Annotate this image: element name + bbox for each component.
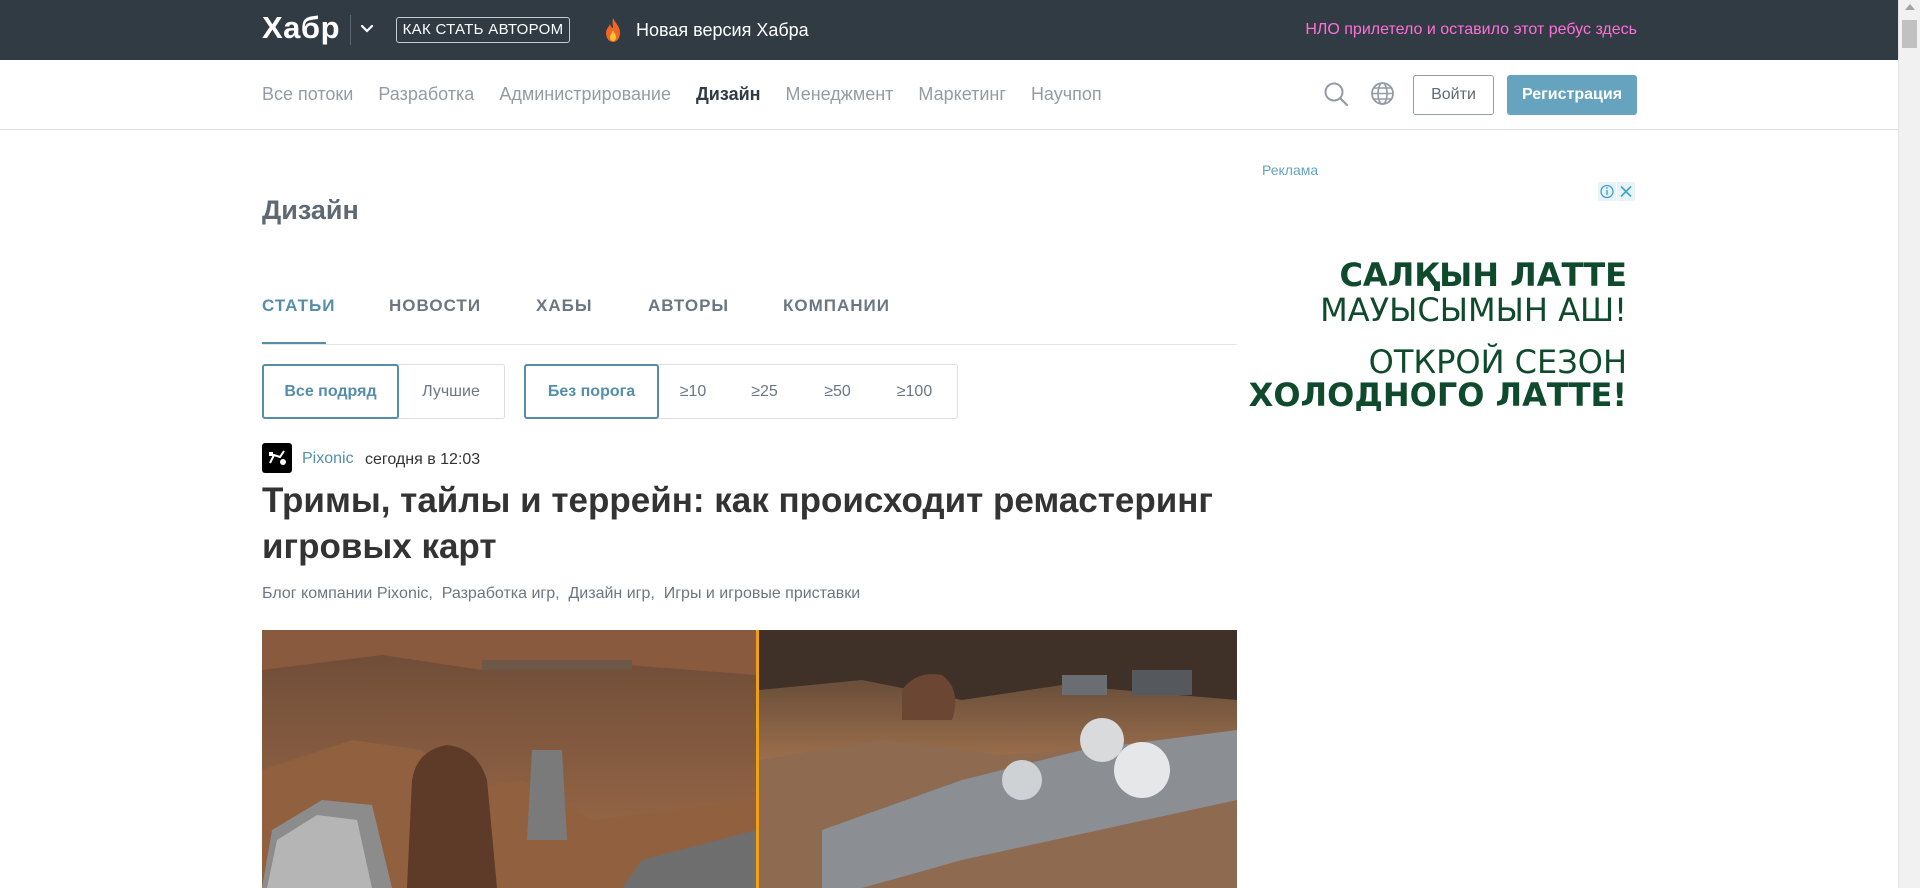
- new-version-link[interactable]: Новая версия Хабра: [636, 20, 809, 41]
- tab-hubs[interactable]: ХАБЫ: [536, 296, 592, 316]
- filter-no-threshold[interactable]: Без порога: [524, 364, 659, 419]
- filter-rating-10[interactable]: ≥10: [658, 365, 728, 418]
- pixonic-logo-icon: [269, 450, 286, 465]
- tab-companies[interactable]: КОМПАНИИ: [783, 296, 890, 316]
- scroll-up-arrow-icon[interactable]: [1905, 4, 1915, 10]
- register-button[interactable]: Регистрация: [1507, 75, 1637, 115]
- rating-filter-group: Без порога ≥10 ≥25 ≥50 ≥100: [524, 364, 958, 419]
- article-cover-image[interactable]: [262, 630, 1237, 888]
- ad-headline: МАУЫСЫМЫН АШ!: [1320, 291, 1627, 329]
- page-scrollbar[interactable]: [1898, 0, 1920, 888]
- tab-authors[interactable]: АВТОРЫ: [648, 296, 729, 316]
- logo-divider: [350, 15, 351, 45]
- game-map-comparison-image: [262, 630, 1237, 888]
- filter-best[interactable]: Лучшие: [398, 365, 504, 418]
- nav-item-administration[interactable]: Администрирование: [499, 84, 671, 105]
- ad-headline: ХОЛОДНОГО ЛАТТЕ!: [1248, 376, 1627, 414]
- filter-rating-100[interactable]: ≥100: [874, 365, 955, 418]
- nav-item-development[interactable]: Разработка: [378, 84, 474, 105]
- habr-logo[interactable]: Хабр: [262, 10, 340, 46]
- active-tab-indicator: [262, 342, 326, 344]
- ad-choices-icon[interactable]: [1598, 182, 1635, 201]
- top-bar: Хабр КАК СТАТЬ АВТОРОМ Новая версия Хабр…: [0, 0, 1898, 60]
- tab-articles[interactable]: СТАТЬИ: [262, 296, 335, 316]
- filter-rating-50[interactable]: ≥50: [801, 365, 874, 418]
- ad-banner[interactable]: САЛҚЫН ЛАТТЕ МАУЫСЫМЫН АШ! ОТКРОЙ СЕЗОН …: [1249, 205, 1637, 445]
- chevron-down-icon[interactable]: [358, 20, 376, 38]
- post-time: сегодня в 12:03: [365, 451, 481, 468]
- tab-news[interactable]: НОВОСТИ: [389, 296, 481, 316]
- nav-item-management[interactable]: Менеджмент: [786, 84, 894, 105]
- scroll-thumb[interactable]: [1902, 20, 1917, 48]
- filter-all[interactable]: Все подряд: [262, 364, 399, 419]
- hub-link[interactable]: Блог компании Pixonic,: [262, 585, 433, 602]
- nav-bar: Все потоки Разработка Администрирование …: [0, 60, 1898, 130]
- article-hubs: Блог компании Pixonic, Разработка игр, Д…: [262, 585, 860, 603]
- hub-link[interactable]: Игры и игровые приставки: [664, 585, 860, 602]
- filter-rating-25[interactable]: ≥25: [728, 365, 801, 418]
- ufo-puzzle-link[interactable]: НЛО прилетело и оставило этот ребус здес…: [1305, 21, 1637, 39]
- fire-icon: [606, 18, 620, 42]
- flow-nav: Все потоки Разработка Администрирование …: [262, 84, 1127, 105]
- sort-filter-group: Все подряд Лучшие: [262, 364, 505, 419]
- ad-label: Реклама: [1262, 162, 1319, 178]
- globe-icon[interactable]: [1370, 81, 1395, 106]
- nav-item-marketing[interactable]: Маркетинг: [918, 84, 1006, 105]
- page-title: Дизайн: [262, 195, 359, 225]
- company-avatar[interactable]: [262, 443, 292, 473]
- nav-item-popsci[interactable]: Научпоп: [1031, 84, 1102, 105]
- ad-headline: САЛҚЫН ЛАТТЕ: [1339, 256, 1627, 294]
- nav-item-design[interactable]: Дизайн: [696, 84, 761, 105]
- search-icon[interactable]: [1323, 81, 1349, 107]
- content-tabs: СТАТЬИ НОВОСТИ ХАБЫ АВТОРЫ КОМПАНИИ: [262, 296, 1237, 345]
- article-title[interactable]: Тримы, тайлы и террейн: как происходит р…: [262, 478, 1222, 570]
- hub-link[interactable]: Дизайн игр,: [568, 585, 654, 602]
- nav-item-all-flows[interactable]: Все потоки: [262, 84, 353, 105]
- how-to-become-author-button[interactable]: КАК СТАТЬ АВТОРОМ: [396, 17, 570, 43]
- author-link[interactable]: Pixonic: [302, 450, 354, 468]
- login-button[interactable]: Войти: [1413, 75, 1494, 115]
- hub-link[interactable]: Разработка игр,: [442, 585, 560, 602]
